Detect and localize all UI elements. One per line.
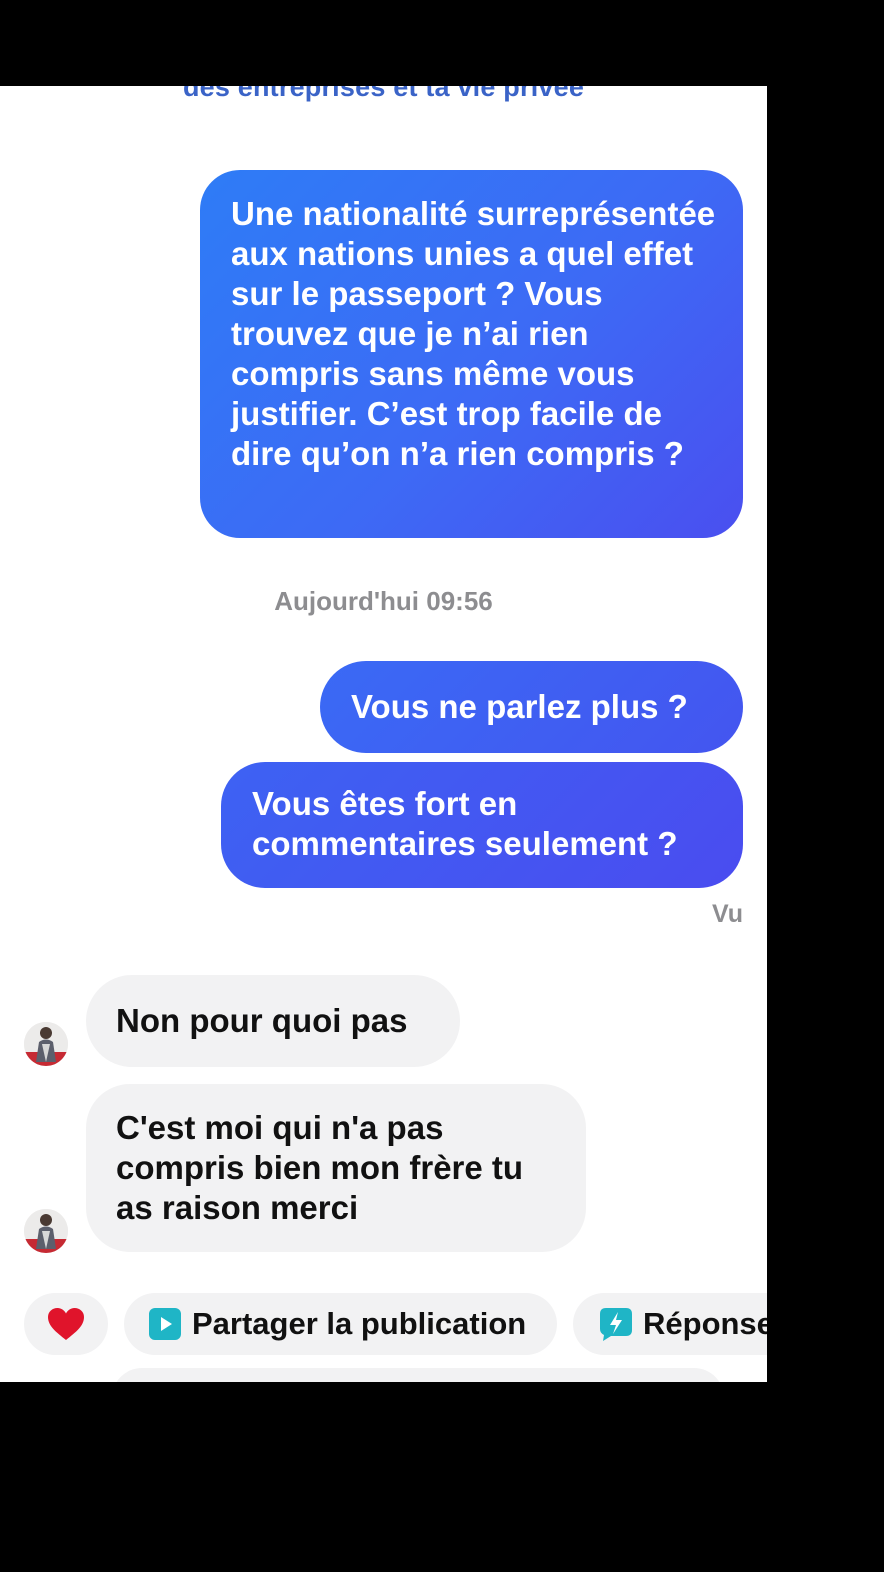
person-photo-icon	[24, 1209, 68, 1253]
heart-icon	[48, 1308, 84, 1340]
lightning-chat-icon	[600, 1308, 632, 1341]
person-photo-icon	[24, 1022, 68, 1066]
outgoing-message[interactable]: Vous ne parlez plus ?	[320, 661, 743, 753]
quick-reply-button[interactable]: Réponse	[573, 1293, 767, 1355]
previous-message-fragment: des entreprises et ta vie privée	[182, 86, 585, 102]
message-input-peek	[112, 1368, 724, 1382]
message-timestamp: Aujourd'hui 09:56	[274, 586, 493, 616]
quick-reply-label: Réponse	[643, 1306, 767, 1341]
chat-screen: des entreprises et ta vie privée Une nat…	[0, 86, 767, 1382]
outgoing-message[interactable]: Vous êtes fort en commentaires seulement…	[221, 762, 743, 888]
contact-avatar[interactable]	[24, 1022, 68, 1066]
incoming-message[interactable]: C'est moi qui n'a pas compris bien mon f…	[86, 1084, 586, 1252]
share-post-label: Partager la publication	[192, 1306, 527, 1341]
incoming-message[interactable]: Non pour quoi pas	[86, 975, 460, 1067]
play-square-icon	[149, 1308, 181, 1340]
outgoing-message[interactable]: Une nationalité surreprésentée aux natio…	[200, 170, 743, 538]
heart-reaction-button[interactable]	[24, 1293, 108, 1355]
contact-avatar[interactable]	[24, 1209, 68, 1253]
share-post-button[interactable]: Partager la publication	[124, 1293, 557, 1355]
seen-indicator: Vu	[711, 900, 743, 928]
